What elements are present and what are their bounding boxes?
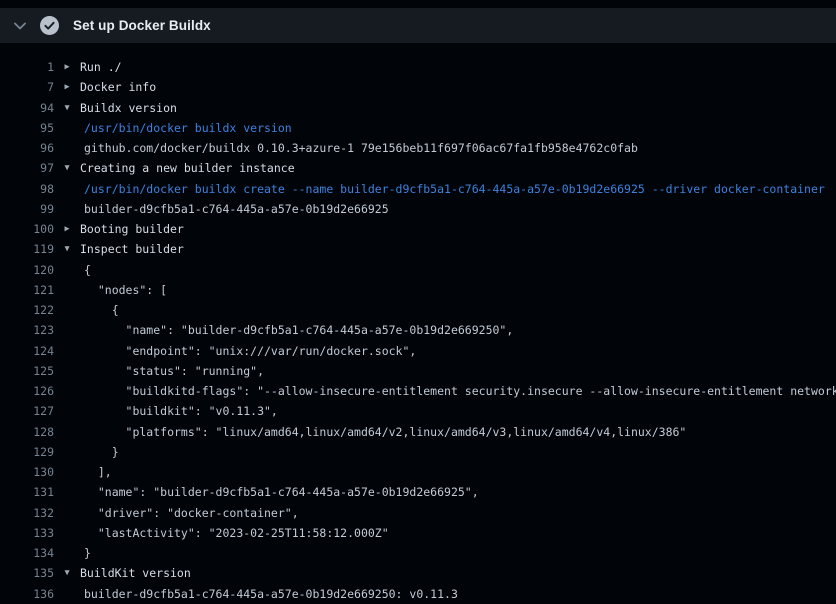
line-number[interactable]: 122 (0, 303, 54, 317)
log-text: "lastActivity": "2023-02-25T11:58:12.000… (80, 526, 836, 540)
step-title: Set up Docker Buildx (73, 18, 211, 33)
line-number[interactable]: 129 (0, 445, 54, 459)
log-text: /usr/bin/docker buildx version (80, 121, 836, 135)
line-number[interactable]: 95 (0, 121, 54, 135)
log-text: "buildkitd-flags": "--allow-insecure-ent… (80, 384, 836, 398)
caret-down-icon[interactable]: ▼ (54, 563, 80, 583)
log-row: 99 builder-d9cfb5a1-c764-445a-a57e-0b19d… (0, 199, 836, 219)
caret-down-icon[interactable]: ▼ (54, 98, 80, 118)
log-row: 122 { (0, 300, 836, 320)
log-text[interactable]: Inspect builder (80, 242, 836, 256)
log-text[interactable]: Creating a new builder instance (80, 161, 836, 175)
log-text: builder-d9cfb5a1-c764-445a-a57e-0b19d2e6… (80, 587, 836, 601)
log-text: "name": "builder-d9cfb5a1-c764-445a-a57e… (80, 485, 836, 499)
log-text: "buildkit": "v0.11.3", (80, 404, 836, 418)
line-number[interactable]: 7 (0, 80, 54, 94)
log-row[interactable]: 97 ▼ Creating a new builder instance (0, 158, 836, 178)
log-row: 96 github.com/docker/buildx 0.10.3+azure… (0, 138, 836, 158)
log-text: { (80, 263, 836, 277)
caret-right-icon[interactable]: ▶ (54, 77, 80, 97)
line-number[interactable]: 134 (0, 546, 54, 560)
log-row: 133 "lastActivity": "2023-02-25T11:58:12… (0, 523, 836, 543)
log-text[interactable]: Run ./ (80, 60, 836, 74)
line-number[interactable]: 132 (0, 506, 54, 520)
line-number[interactable]: 96 (0, 141, 54, 155)
log-row: 129 } (0, 442, 836, 462)
log-row: 123 "name": "builder-d9cfb5a1-c764-445a-… (0, 320, 836, 340)
log-row: 134 } (0, 543, 836, 563)
log-row: 128 "platforms": "linux/amd64,linux/amd6… (0, 422, 836, 442)
log-text: "status": "running", (80, 364, 836, 378)
log-row: 124 "endpoint": "unix:///var/run/docker.… (0, 341, 836, 361)
log-text: "name": "builder-d9cfb5a1-c764-445a-a57e… (80, 323, 836, 337)
log-text: "platforms": "linux/amd64,linux/amd64/v2… (80, 425, 836, 439)
caret-down-icon[interactable]: ▼ (54, 239, 80, 259)
line-number[interactable]: 126 (0, 384, 54, 398)
line-number[interactable]: 128 (0, 425, 54, 439)
line-number[interactable]: 131 (0, 485, 54, 499)
line-number[interactable]: 127 (0, 404, 54, 418)
log-row: 125 "status": "running", (0, 361, 836, 381)
log-viewer: 1 ▶ Run ./ 7 ▶ Docker info 94 ▼ Buildx v… (0, 43, 836, 604)
log-text: /usr/bin/docker buildx create --name bui… (80, 182, 836, 196)
step-header[interactable]: Set up Docker Buildx (0, 8, 836, 43)
log-row[interactable]: 94 ▼ Buildx version (0, 98, 836, 118)
log-row: 127 "buildkit": "v0.11.3", (0, 401, 836, 421)
log-text: { (80, 303, 836, 317)
log-row[interactable]: 1 ▶ Run ./ (0, 57, 836, 77)
log-row[interactable]: 135 ▼ BuildKit version (0, 563, 836, 583)
log-row[interactable]: 7 ▶ Docker info (0, 77, 836, 97)
check-circle-icon (40, 16, 59, 35)
line-number[interactable]: 124 (0, 344, 54, 358)
log-text[interactable]: Buildx version (80, 101, 836, 115)
log-row: 95 /usr/bin/docker buildx version (0, 118, 836, 138)
log-text: "endpoint": "unix:///var/run/docker.sock… (80, 344, 836, 358)
log-text[interactable]: BuildKit version (80, 566, 836, 580)
log-row: 126 "buildkitd-flags": "--allow-insecure… (0, 381, 836, 401)
caret-right-icon[interactable]: ▶ (54, 219, 80, 239)
line-number[interactable]: 125 (0, 364, 54, 378)
log-row: 98 /usr/bin/docker buildx create --name … (0, 179, 836, 199)
log-row: 132 "driver": "docker-container", (0, 503, 836, 523)
caret-right-icon[interactable]: ▶ (54, 57, 80, 77)
log-text: "driver": "docker-container", (80, 506, 836, 520)
line-number[interactable]: 119 (0, 242, 54, 256)
line-number[interactable]: 120 (0, 263, 54, 277)
line-number[interactable]: 1 (0, 60, 54, 74)
log-row: 136 builder-d9cfb5a1-c764-445a-a57e-0b19… (0, 584, 836, 604)
log-row[interactable]: 119 ▼ Inspect builder (0, 239, 836, 259)
log-row: 131 "name": "builder-d9cfb5a1-c764-445a-… (0, 482, 836, 502)
log-row[interactable]: 100 ▶ Booting builder (0, 219, 836, 239)
line-number[interactable]: 97 (0, 161, 54, 175)
line-number[interactable]: 133 (0, 526, 54, 540)
log-text: builder-d9cfb5a1-c764-445a-a57e-0b19d2e6… (80, 202, 836, 216)
log-row: 130 ], (0, 462, 836, 482)
log-text: github.com/docker/buildx 0.10.3+azure-1 … (80, 141, 836, 155)
log-row: 121 "nodes": [ (0, 280, 836, 300)
log-text: } (80, 546, 836, 560)
log-text: ], (80, 465, 836, 479)
log-text[interactable]: Docker info (80, 80, 836, 94)
line-number[interactable]: 99 (0, 202, 54, 216)
line-number[interactable]: 94 (0, 101, 54, 115)
line-number[interactable]: 136 (0, 587, 54, 601)
line-number[interactable]: 123 (0, 323, 54, 337)
log-text: } (80, 445, 836, 459)
chevron-down-icon[interactable] (14, 22, 26, 30)
line-number[interactable]: 130 (0, 465, 54, 479)
line-number[interactable]: 135 (0, 566, 54, 580)
log-text: "nodes": [ (80, 283, 836, 297)
caret-down-icon[interactable]: ▼ (54, 158, 80, 178)
line-number[interactable]: 98 (0, 182, 54, 196)
line-number[interactable]: 121 (0, 283, 54, 297)
log-text[interactable]: Booting builder (80, 222, 836, 236)
line-number[interactable]: 100 (0, 222, 54, 236)
log-row: 120 { (0, 260, 836, 280)
